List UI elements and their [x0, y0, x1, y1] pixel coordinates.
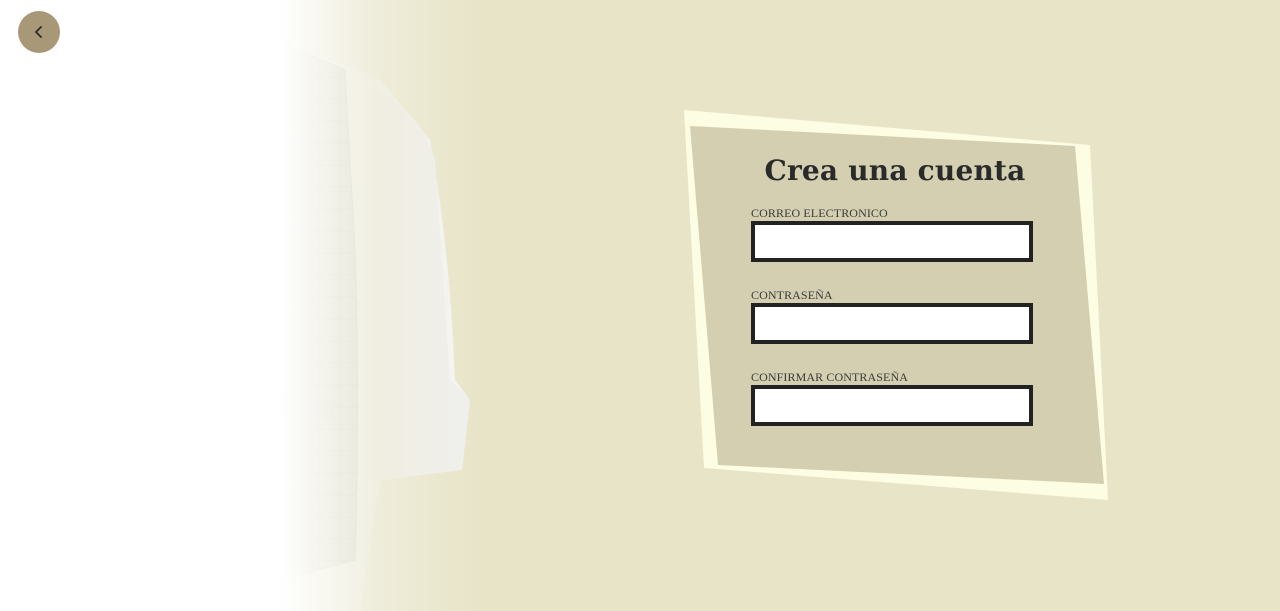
back-button[interactable] — [18, 11, 60, 53]
email-field[interactable] — [751, 221, 1033, 262]
email-label: CORREO ELECTRONICO — [751, 206, 888, 220]
confirm-password-field[interactable] — [751, 385, 1033, 426]
form-title: Crea una cuenta — [764, 154, 1026, 187]
password-field[interactable] — [751, 303, 1033, 344]
hero-image — [0, 0, 480, 611]
signup-form: Crea una cuenta CORREO ELECTRONICO CONTR… — [690, 140, 1100, 460]
password-label: CONTRASEÑA — [751, 288, 833, 302]
hero-fade-overlay — [0, 0, 480, 611]
confirm-password-label: CONFIRMAR CONTRASEÑA — [751, 370, 909, 384]
chevron-left-icon — [35, 26, 42, 38]
signup-page: Crea una cuenta CORREO ELECTRONICO CONTR… — [0, 0, 1280, 611]
